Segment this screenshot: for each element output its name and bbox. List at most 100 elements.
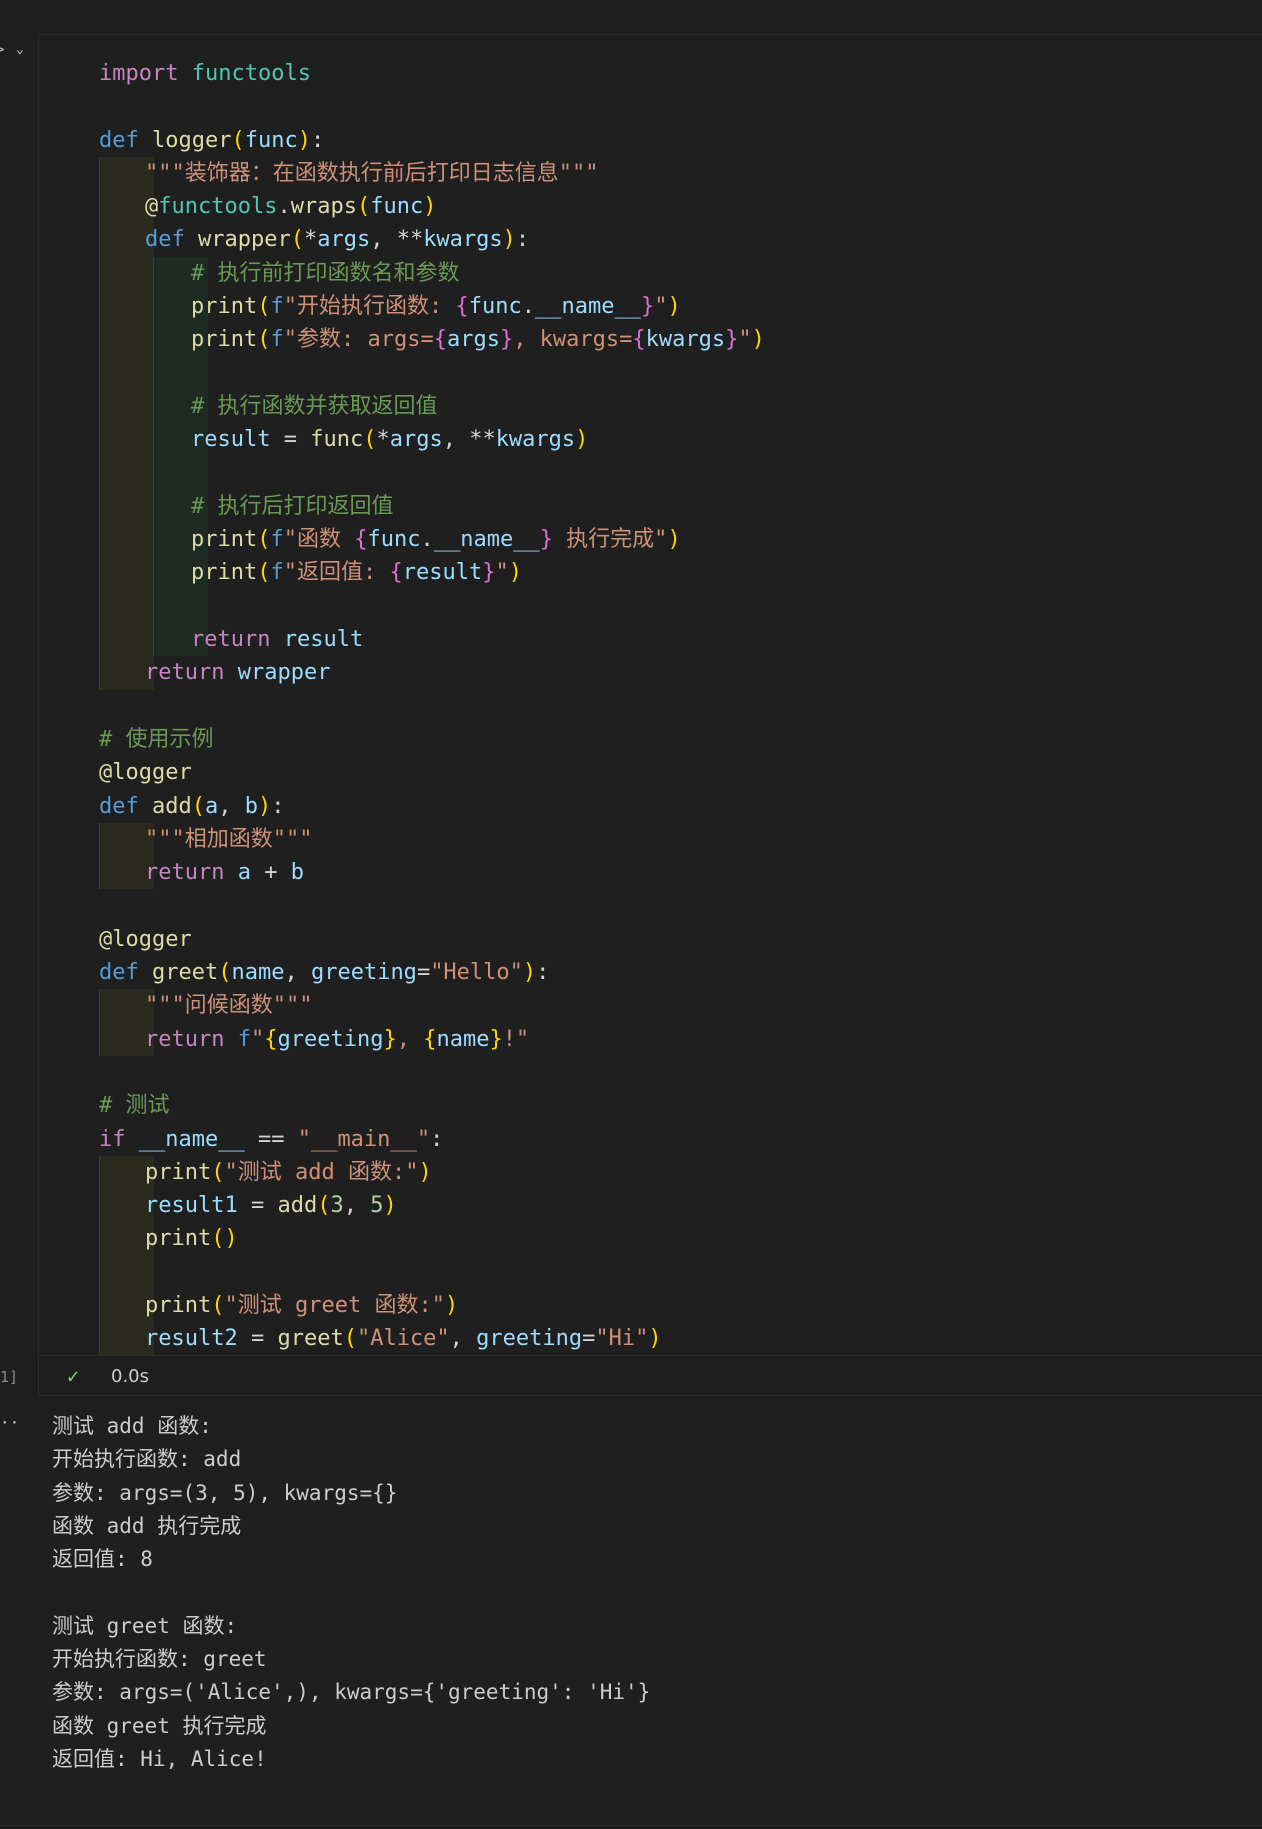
code-line[interactable]: import functools [99,57,765,90]
code-token: f [270,294,284,320]
code-editor[interactable]: import functools def logger(func): """装饰器：… [39,35,1262,1356]
code-line[interactable]: print(f"开始执行函数: {func.__name__}") [99,290,765,324]
code-line[interactable] [99,690,765,723]
code-token: , [449,1326,477,1352]
code-line[interactable]: print("测试 greet 函数:") [99,1288,765,1323]
code-line[interactable]: if __name__ == "__main__": [99,1123,765,1156]
code-token: add [277,1193,318,1219]
code-line[interactable]: return a + b [99,856,765,890]
code-line[interactable]: result2 = greet("Alice", greeting="Hi") [99,1322,765,1356]
code-line[interactable]: @functools.wraps(func) [99,190,765,224]
code-token: , [284,960,311,986]
code-line[interactable]: """装饰器：在函数执行前后打印日志信息""" [99,156,765,191]
code-token: args [446,327,500,353]
code-token: kwargs [495,427,576,453]
code-line[interactable]: def wrapper(*args, **kwargs): [99,223,765,257]
chevron-down-icon[interactable]: ⌄ [16,42,24,57]
code-line[interactable]: result1 = add(3, 5) [99,1189,765,1223]
code-token: ( [257,294,271,320]
code-token: ( [191,793,205,819]
code-token: ) [418,1159,432,1185]
code-text: result = func(*args, **kwargs) [99,427,588,452]
code-token: @logger [99,926,192,952]
code-token: ( [290,227,304,253]
code-line[interactable]: print(f"返回值: {result}") [99,556,765,590]
code-token: return [145,1026,225,1052]
code-line[interactable]: # 执行函数并获取返回值 [99,389,765,424]
code-text: def wrapper(*args, **kwargs): [99,227,529,252]
ellipsis-icon[interactable]: ·· [0,1413,19,1432]
code-line[interactable]: def add(a, b): [99,790,765,823]
execution-count: 1] [0,1368,19,1386]
code-token: , ** [370,227,424,253]
code-line[interactable] [99,1255,765,1289]
code-line[interactable]: @logger [99,756,765,789]
code-line[interactable]: return wrapper [99,656,765,690]
cell-toolbar: > ⌄ [0,40,34,64]
code-token: . [277,194,291,220]
output-line: 开始执行函数: greet [52,1647,267,1672]
code-line[interactable] [99,1056,765,1089]
code-line[interactable] [99,889,765,922]
code-line[interactable]: # 使用示例 [99,723,765,756]
code-line[interactable] [99,456,765,490]
code-text: """相加函数""" [99,827,312,852]
code-token: "测试 add 函数:" [224,1159,419,1185]
code-token: ( [317,1193,331,1219]
run-icon[interactable]: > [0,42,4,58]
code-text: return f"{greeting}, {name}!" [99,1027,529,1052]
code-line[interactable] [99,356,765,390]
code-token: kwargs [423,227,503,253]
code-text: if __name__ == "__main__": [99,1127,443,1152]
code-line[interactable]: return f"{greeting}, {name}!" [99,1022,765,1056]
code-token: a [205,793,219,819]
code-token: = [416,960,431,986]
code-token: } [499,327,514,353]
code-line[interactable]: def logger(func): [99,124,765,157]
code-token: @ [145,194,159,220]
code-token: + [250,860,291,886]
code-token: , ** [442,427,496,453]
code-line[interactable]: def greet(name, greeting="Hello"): [99,956,765,989]
code-token: result [191,427,271,453]
code-token: } [640,294,655,320]
code-text: """问候函数""" [99,993,312,1018]
code-line[interactable]: """问候函数""" [99,989,765,1023]
code-token: name [231,960,285,986]
code-token: greeting [310,960,417,986]
code-line[interactable]: print() [99,1222,765,1256]
code-token: result1 [145,1193,238,1219]
code-token: { [423,1026,437,1052]
code-line[interactable]: print(f"函数 {func.__name__} 执行完成") [99,523,765,557]
code-token: . [420,527,434,553]
code-line[interactable]: # 测试 [99,1089,765,1122]
code-token: add [152,793,192,819]
code-token: : [310,127,325,153]
code-token: , [218,793,245,819]
code-token: ) [423,194,437,220]
code-line[interactable]: # 执行前打印函数名和参数 [99,256,765,291]
code-token: greeting [476,1326,583,1352]
code-token: @logger [99,760,192,786]
code-line[interactable]: # 执行后打印返回值 [99,489,765,524]
code-line[interactable]: result = func(*args, **kwargs) [99,423,765,457]
code-token: ( [363,427,377,453]
code-line[interactable]: print(f"参数: args={args}, kwargs={kwargs}… [99,323,765,357]
code-line[interactable]: """相加函数""" [99,822,765,857]
code-line[interactable]: @logger [99,923,765,956]
code-line[interactable] [99,589,765,624]
code-line[interactable]: print("测试 add 函数:") [99,1155,765,1190]
code-token: print [191,560,258,586]
code-cell[interactable]: import functools def logger(func): """装饰器：… [38,34,1262,1396]
code-token: { [389,560,403,586]
output-line: 测试 add 函数: [52,1414,212,1438]
code-line[interactable]: return result [99,623,765,657]
code-token: def [99,960,139,986]
code-token: " [495,560,509,586]
code-line[interactable] [99,90,765,123]
